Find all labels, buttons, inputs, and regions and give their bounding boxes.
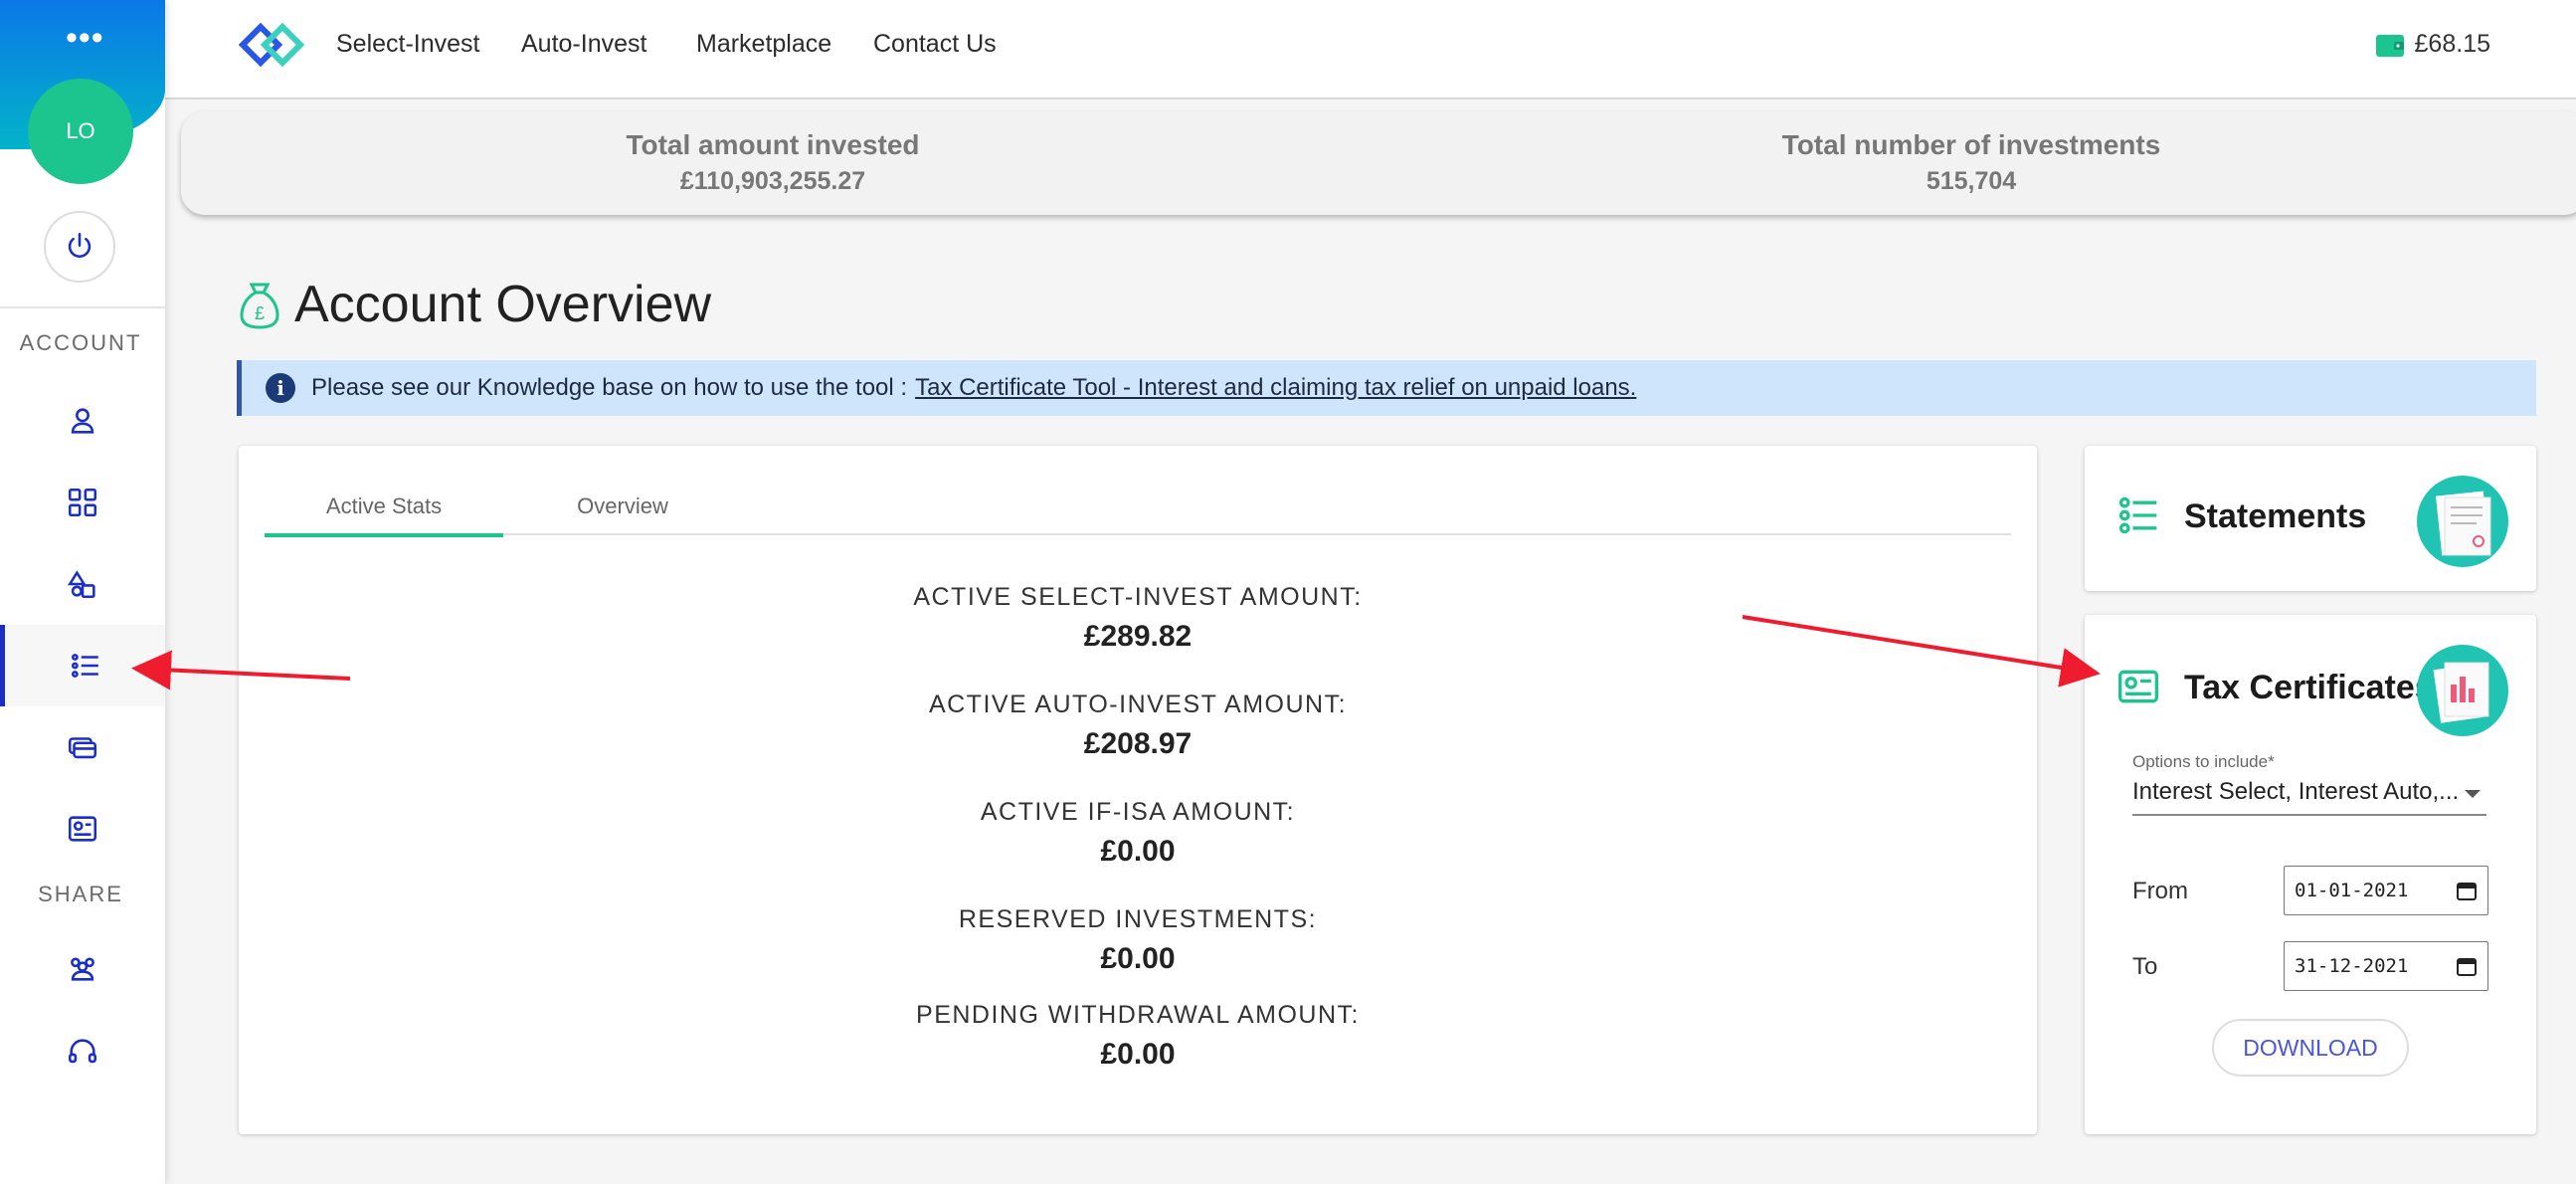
stat-label: ACTIVE IF-ISA AMOUNT: bbox=[980, 798, 1296, 826]
from-date-input[interactable]: 01-01-2021 bbox=[2284, 866, 2488, 915]
wallet-balance[interactable]: £68.15 bbox=[2375, 30, 2490, 59]
total-invested-label: Total amount invested bbox=[626, 129, 920, 160]
wallet-icon bbox=[2375, 34, 2404, 57]
sidebar: ••• LO ACCOUNT SHARE bbox=[0, 0, 165, 1184]
options-select[interactable]: Interest Select, Interest Auto,... bbox=[2132, 778, 2486, 816]
stat-label: ACTIVE SELECT-INVEST AMOUNT: bbox=[913, 583, 1363, 611]
active-stats-card: Active Stats Overview ACTIVE SELECT-INVE… bbox=[239, 446, 2037, 1134]
sidebar-item-payments[interactable] bbox=[0, 706, 165, 788]
tax-certificates-card: Tax Certificates Options to include* Int… bbox=[2085, 615, 2536, 1134]
nav-auto-invest[interactable]: Auto-Invest bbox=[521, 30, 646, 59]
total-invested-value: £110,903,255.27 bbox=[679, 167, 866, 195]
tab-overview[interactable]: Overview bbox=[503, 493, 742, 537]
tab-active-stats[interactable]: Active Stats bbox=[265, 493, 503, 537]
document-icon bbox=[2435, 491, 2491, 556]
share-section-heading: SHARE bbox=[38, 882, 123, 906]
chevron-down-icon bbox=[2465, 790, 2481, 798]
avatar[interactable]: LO bbox=[28, 79, 133, 184]
to-date-input[interactable]: 31-12-2021 bbox=[2284, 941, 2488, 991]
info-icon: i bbox=[266, 373, 295, 403]
nav-marketplace[interactable]: Marketplace bbox=[696, 30, 831, 59]
stat-label: PENDING WITHDRAWAL AMOUNT: bbox=[916, 1001, 1360, 1029]
info-banner: i Please see our Knowledge base on how t… bbox=[237, 360, 2536, 416]
total-investments-stat: Total number of investments 515,704 bbox=[1772, 129, 2170, 196]
statements-card[interactable]: Statements bbox=[2085, 446, 2536, 591]
stats-tabs: Active Stats Overview bbox=[265, 486, 2011, 537]
sidebar-item-products[interactable] bbox=[0, 543, 165, 625]
stat-select-invest: ACTIVE SELECT-INVEST AMOUNT: £289.82 bbox=[239, 583, 2037, 654]
list-icon bbox=[71, 654, 98, 678]
certificate-icon bbox=[68, 816, 97, 842]
svg-text:£: £ bbox=[255, 303, 265, 323]
stat-if-isa: ACTIVE IF-ISA AMOUNT: £0.00 bbox=[239, 798, 2037, 869]
download-button[interactable]: DOWNLOAD bbox=[2212, 1019, 2409, 1077]
grid-icon bbox=[68, 488, 97, 517]
statements-illustration bbox=[2417, 476, 2508, 567]
total-invested-stat: Total amount invested £110,903,255.27 bbox=[609, 129, 937, 196]
account-section-heading: ACCOUNT bbox=[19, 330, 142, 355]
headset-icon bbox=[68, 1039, 97, 1064]
sidebar-item-profile[interactable] bbox=[0, 380, 165, 462]
more-options-icon[interactable]: ••• bbox=[66, 21, 104, 55]
tax-certificates-title: Tax Certificates bbox=[2184, 669, 2434, 706]
options-selected-value: Interest Select, Interest Auto,... bbox=[2132, 778, 2460, 805]
nav-contact-us[interactable]: Contact Us bbox=[873, 30, 997, 59]
sidebar-item-support[interactable] bbox=[0, 1011, 165, 1092]
stat-value: £0.00 bbox=[1100, 942, 1176, 975]
platform-stats-bar: Total amount invested £110,903,255.27 To… bbox=[181, 111, 2576, 215]
top-header: Select-Invest Auto-Invest Marketplace Co… bbox=[165, 0, 2576, 99]
logo[interactable] bbox=[239, 20, 314, 70]
sidebar-divider bbox=[0, 306, 165, 308]
from-label: From bbox=[2132, 878, 2188, 904]
certificate-icon bbox=[2118, 670, 2158, 703]
sidebar-item-statements[interactable] bbox=[0, 625, 165, 706]
user-icon bbox=[71, 408, 94, 434]
tax-certificate-illustration bbox=[2417, 645, 2508, 736]
banner-text: Please see our Knowledge base on how to … bbox=[311, 374, 908, 401]
stat-value: £0.00 bbox=[1100, 1038, 1176, 1071]
statements-title: Statements bbox=[2184, 497, 2367, 535]
stat-value: £289.82 bbox=[1083, 620, 1193, 653]
wallet-amount: £68.15 bbox=[2414, 30, 2490, 58]
to-date-value: 31-12-2021 bbox=[2295, 955, 2409, 977]
total-investments-value: 515,704 bbox=[1926, 167, 2017, 195]
power-icon bbox=[68, 232, 92, 258]
stat-value: £208.97 bbox=[1083, 727, 1193, 760]
cards-icon bbox=[68, 737, 97, 759]
sidebar-item-documents[interactable] bbox=[0, 788, 165, 870]
logout-button[interactable] bbox=[44, 211, 115, 283]
stat-auto-invest: ACTIVE AUTO-INVEST AMOUNT: £208.97 bbox=[239, 691, 2037, 761]
nav-select-invest[interactable]: Select-Invest bbox=[336, 30, 480, 59]
calendar-icon[interactable] bbox=[2456, 880, 2478, 901]
stat-label: ACTIVE AUTO-INVEST AMOUNT: bbox=[928, 691, 1348, 718]
stat-pending-withdrawal: PENDING WITHDRAWAL AMOUNT: £0.00 bbox=[239, 1001, 2037, 1072]
from-date-value: 01-01-2021 bbox=[2295, 880, 2409, 901]
options-label: Options to include* bbox=[2132, 752, 2275, 771]
report-icon bbox=[2433, 662, 2489, 723]
avatar-initials: LO bbox=[66, 118, 95, 143]
page-title: Account Overview bbox=[294, 276, 712, 333]
sidebar-item-refer[interactable] bbox=[0, 927, 165, 1009]
stat-reserved: RESERVED INVESTMENTS: £0.00 bbox=[239, 905, 2037, 976]
stat-label: RESERVED INVESTMENTS: bbox=[958, 905, 1318, 933]
money-bag-icon: £ bbox=[240, 283, 279, 329]
calendar-icon[interactable] bbox=[2456, 955, 2478, 977]
list-icon bbox=[2118, 496, 2157, 534]
group-icon bbox=[71, 957, 94, 981]
shapes-icon bbox=[67, 570, 95, 599]
to-label: To bbox=[2132, 953, 2158, 980]
sidebar-item-dashboard[interactable] bbox=[0, 462, 165, 543]
knowledge-base-link[interactable]: Tax Certificate Tool - Interest and clai… bbox=[915, 374, 1636, 402]
total-investments-label: Total number of investments bbox=[1781, 129, 2161, 160]
stat-value: £0.00 bbox=[1100, 835, 1176, 868]
